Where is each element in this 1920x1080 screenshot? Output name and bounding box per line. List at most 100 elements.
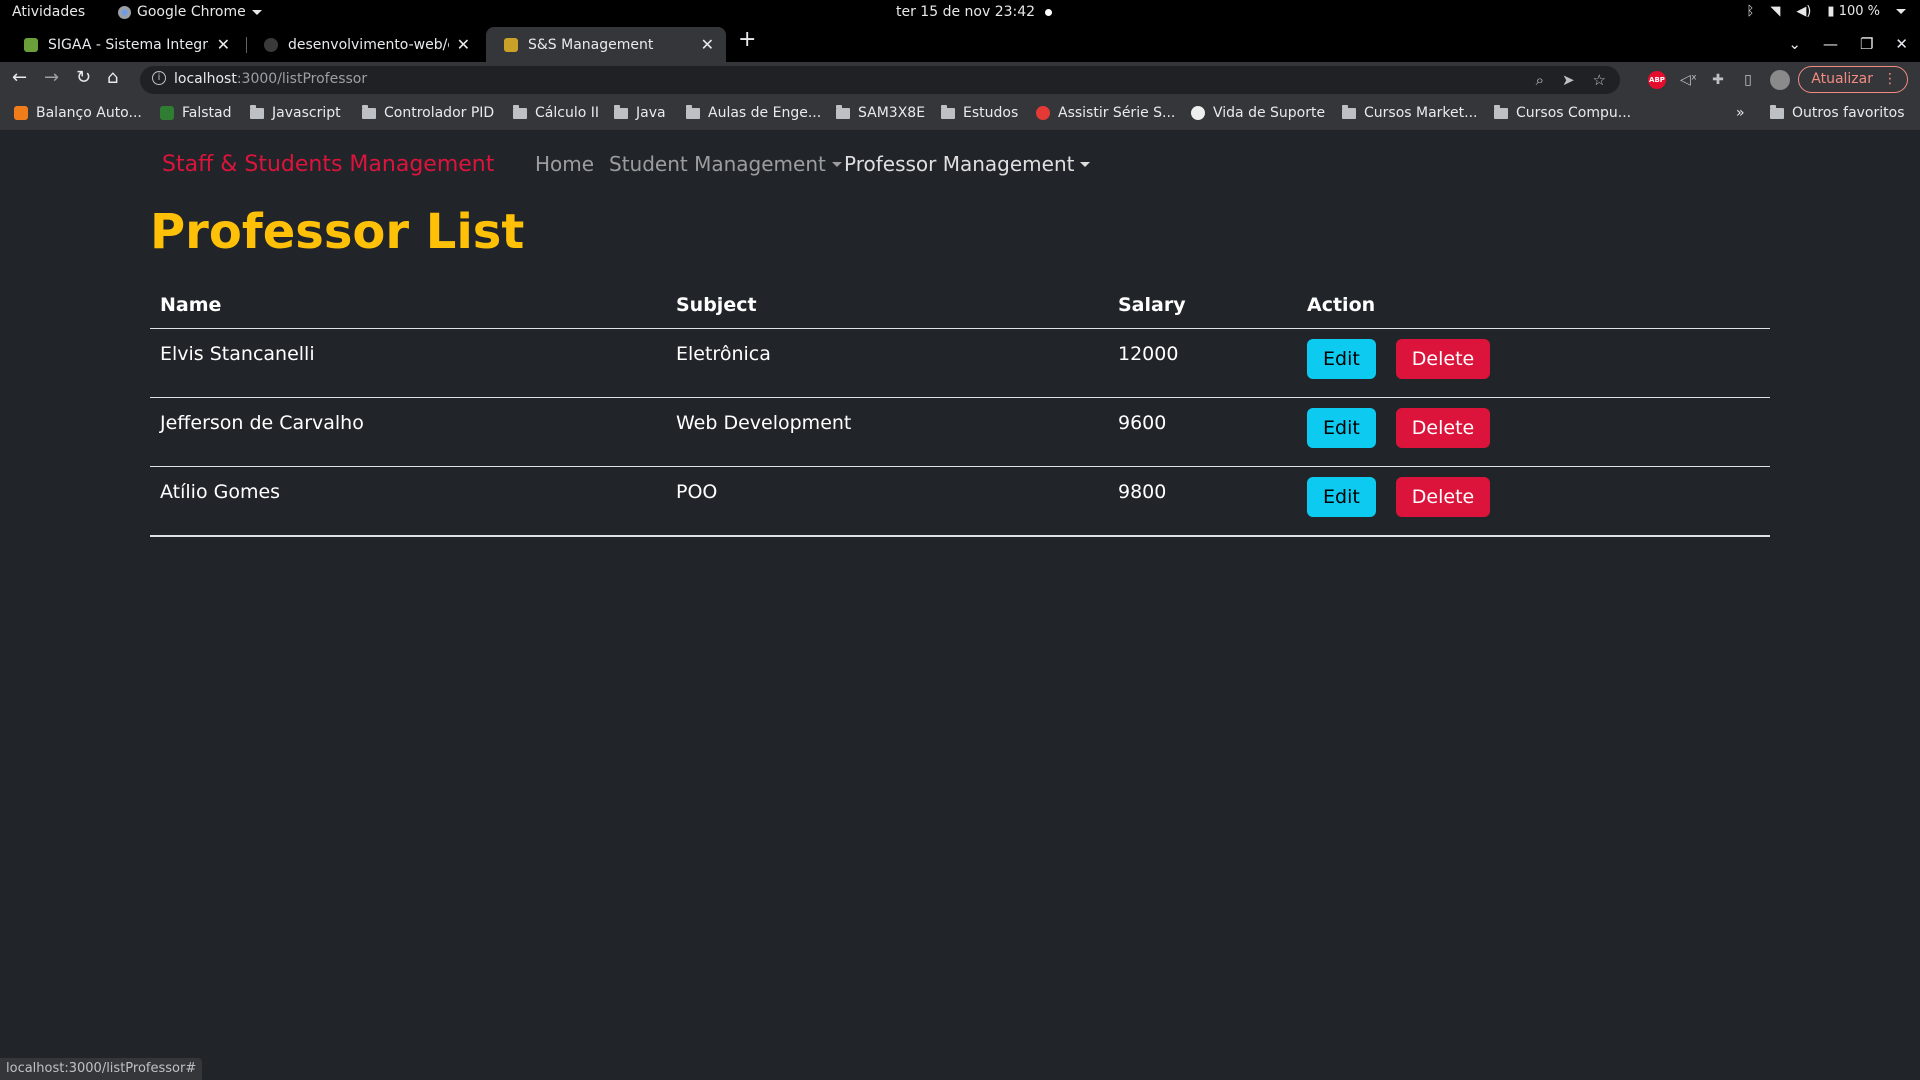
avatar[interactable]	[1770, 70, 1790, 90]
bookmark-folder[interactable]: Javascript	[250, 104, 341, 121]
cell-salary: 9800	[1108, 466, 1297, 537]
mute-icon[interactable]: ◁ˣ	[1680, 72, 1697, 88]
bookmark-folder[interactable]: Aulas de Enge...	[686, 104, 822, 121]
navbar-brand[interactable]: Staff & Students Management	[162, 152, 494, 177]
bookmark-folder[interactable]: Cálculo II	[513, 104, 599, 121]
close-icon[interactable]: ✕	[217, 35, 230, 54]
bookmark-folder[interactable]: Estudos	[941, 104, 1019, 121]
table-header-row: Name Subject Salary Action	[150, 280, 1770, 329]
close-icon[interactable]: ✕	[457, 35, 470, 54]
clock-text: ter 15 de nov 23:42	[896, 4, 1036, 20]
close-icon[interactable]: ✕	[701, 35, 714, 54]
delete-button[interactable]: Delete	[1395, 477, 1491, 517]
tab-github[interactable]: desenvolvimento-web/crud ✕	[246, 27, 482, 62]
nav-home-link[interactable]: Home	[535, 152, 594, 176]
caret-down-icon	[1080, 161, 1091, 167]
back-icon[interactable]: ←	[12, 67, 27, 88]
folder-icon	[614, 104, 628, 119]
folder-icon	[1342, 104, 1356, 119]
send-icon[interactable]: ➤	[1562, 71, 1575, 89]
cell-name: Atílio Gomes	[150, 466, 666, 537]
bluetooth-icon: ᛒ	[1746, 4, 1755, 19]
cell-salary: 9600	[1108, 397, 1297, 467]
bookmark-item[interactable]: Assistir Série S...	[1036, 105, 1175, 121]
bookmark-label: Aulas de Enge...	[708, 105, 822, 121]
cell-actions: Edit Delete	[1297, 328, 1770, 398]
cell-subject: Eletrônica	[666, 328, 1108, 398]
close-window-icon[interactable]: ✕	[1895, 35, 1908, 53]
tab-search-icon[interactable]: ⌄	[1788, 35, 1801, 53]
tab-title: S&S Management	[528, 36, 654, 53]
edit-button[interactable]: Edit	[1307, 339, 1376, 379]
chevron-down-icon	[1896, 9, 1906, 14]
bookmark-folder[interactable]: SAM3X8E	[836, 104, 925, 121]
omnibox-actions: ⌕ ➤ ☆	[1536, 71, 1606, 89]
address-bar[interactable]: i localhost:3000/listProfessor ⌕ ➤ ☆	[140, 66, 1620, 94]
sigaa-favicon-icon	[24, 37, 38, 52]
bookmark-folder[interactable]: Controlador PID	[362, 104, 494, 121]
other-bookmarks-folder[interactable]: Outros favoritos	[1770, 104, 1905, 121]
star-icon[interactable]: ☆	[1593, 71, 1606, 89]
column-header-salary: Salary	[1108, 280, 1297, 329]
system-tray[interactable]: ᛒ ◥ ◀) ▮ 100 %	[1746, 4, 1906, 19]
minimize-icon[interactable]: —	[1823, 35, 1838, 53]
bookmark-item[interactable]: Vida de Suporte	[1191, 105, 1325, 121]
bookmark-label: Java	[636, 105, 666, 121]
app-menu[interactable]: Google Chrome	[118, 4, 262, 20]
forward-icon[interactable]: →	[44, 67, 59, 88]
table-row: Atílio Gomes POO 9800 Edit Delete	[150, 466, 1770, 537]
clock[interactable]: ter 15 de nov 23:42	[896, 4, 1053, 20]
tab-title: desenvolvimento-web/crud	[288, 36, 449, 53]
bookmark-item[interactable]: Falstad	[160, 105, 232, 121]
restore-icon[interactable]: ❐	[1860, 35, 1873, 53]
reload-icon[interactable]: ↻	[76, 67, 91, 88]
url-text[interactable]: localhost:3000/listProfessor	[174, 71, 367, 87]
more-bookmarks-chevron-icon[interactable]: »	[1736, 105, 1745, 121]
cell-name: Jefferson de Carvalho	[150, 397, 666, 467]
bookmark-label: Balanço Auto...	[36, 105, 142, 121]
delete-button[interactable]: Delete	[1395, 408, 1491, 448]
bookmark-label: Vida de Suporte	[1213, 105, 1326, 121]
cell-subject: POO	[666, 466, 1108, 537]
bookmarks-bar: Balanço Auto... Falstad Javascript Contr…	[0, 97, 1920, 131]
side-panel-icon[interactable]: ▯	[1740, 72, 1756, 88]
nav-student-management-dropdown[interactable]: Student Management	[609, 152, 842, 176]
folder-icon	[513, 104, 527, 119]
home-icon[interactable]: ⌂	[107, 67, 118, 88]
tab-sigaa[interactable]: SIGAA - Sistema Integrado ✕	[6, 27, 242, 62]
tab-ss-management[interactable]: S&S Management ✕	[486, 27, 726, 62]
nav-professor-management-dropdown[interactable]: Professor Management	[844, 152, 1091, 176]
column-header-subject: Subject	[666, 280, 1108, 329]
professor-table: Name Subject Salary Action Elvis Stancan…	[150, 280, 1770, 537]
site-info-icon[interactable]: i	[152, 71, 166, 85]
github-favicon-icon	[264, 37, 278, 52]
delete-button[interactable]: Delete	[1395, 339, 1491, 379]
activities-button[interactable]: Atividades	[12, 4, 85, 20]
edit-button[interactable]: Edit	[1307, 477, 1376, 517]
puzzle-icon[interactable]: ✚	[1710, 72, 1726, 88]
bookmark-item[interactable]: Balanço Auto...	[14, 105, 142, 121]
new-tab-button[interactable]: +	[738, 27, 756, 52]
tab-strip: SIGAA - Sistema Integrado ✕ desenvolvime…	[0, 27, 1920, 62]
zoom-icon[interactable]: ⌕	[1536, 71, 1544, 89]
edit-button[interactable]: Edit	[1307, 408, 1376, 448]
bookmark-folder[interactable]: Java	[614, 104, 666, 121]
bookmark-label: Estudos	[963, 105, 1019, 121]
site-favicon-icon	[1036, 106, 1050, 120]
window-controls: ⌄ — ❐ ✕	[1788, 35, 1908, 53]
folder-icon	[836, 104, 850, 119]
volume-icon: ◀)	[1796, 4, 1812, 19]
notification-dot-icon	[1045, 8, 1053, 16]
nav-student-label: Student Management	[609, 152, 826, 176]
bookmark-label: Cursos Compu...	[1516, 105, 1632, 121]
bookmark-folder[interactable]: Cursos Market...	[1342, 104, 1478, 121]
bookmark-folder[interactable]: Cursos Compu...	[1494, 104, 1632, 121]
extensions-area: ABP ◁ˣ ✚ ▯	[1648, 70, 1790, 90]
table-row: Jefferson de Carvalho Web Development 96…	[150, 397, 1770, 467]
update-button[interactable]: Atualizar ⋮	[1798, 66, 1908, 93]
bookmark-label: Cursos Market...	[1364, 105, 1478, 121]
page-title: Professor List	[150, 204, 525, 260]
adblock-icon[interactable]: ABP	[1648, 71, 1666, 89]
folder-icon	[1494, 104, 1508, 119]
nav-professor-label: Professor Management	[844, 152, 1075, 176]
